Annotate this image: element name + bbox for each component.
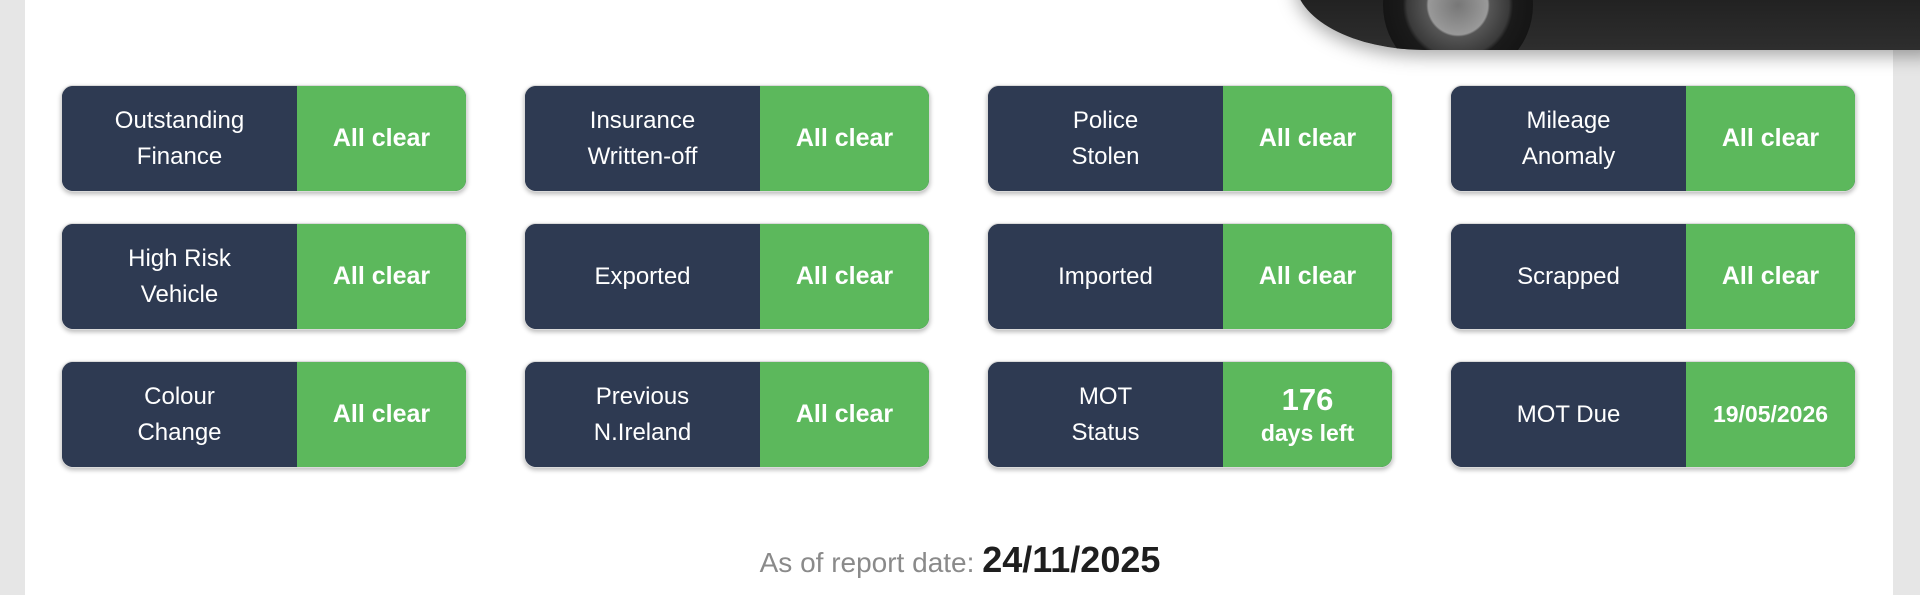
- check-label: Police Stolen: [988, 86, 1223, 191]
- check-card-scrapped: Scrapped All clear: [1450, 223, 1856, 330]
- check-label-line: Colour: [144, 382, 215, 410]
- check-status-text: All clear: [795, 124, 894, 152]
- check-label: Scrapped: [1451, 224, 1686, 329]
- check-label-line: Outstanding: [114, 106, 245, 134]
- mot-days-number: 176: [1281, 381, 1334, 417]
- check-card-mot-status: MOT Status 176 days left: [987, 361, 1393, 468]
- check-status: All clear: [297, 362, 466, 467]
- check-card-outstanding-finance: Outstanding Finance All clear: [61, 85, 467, 192]
- check-label-line: Stolen: [1071, 142, 1140, 170]
- check-label: MOT Due: [1451, 362, 1686, 467]
- check-status-text: All clear: [795, 400, 894, 428]
- check-label-line: Insurance: [589, 106, 696, 134]
- check-label: Imported: [988, 224, 1223, 329]
- check-label-line: N.Ireland: [593, 418, 692, 446]
- check-status-text: All clear: [1258, 124, 1357, 152]
- check-label-line: Exported: [594, 262, 691, 290]
- check-label: High Risk Vehicle: [62, 224, 297, 329]
- check-card-police-stolen: Police Stolen All clear: [987, 85, 1393, 192]
- check-label: MOT Status: [988, 362, 1223, 467]
- check-status: All clear: [1686, 86, 1855, 191]
- check-label-line: Change: [137, 418, 222, 446]
- check-status-text: All clear: [1721, 124, 1820, 152]
- check-status: All clear: [760, 362, 929, 467]
- report-date-value: 24/11/2025: [982, 539, 1161, 580]
- check-card-imported: Imported All clear: [987, 223, 1393, 330]
- check-card-mot-due: MOT Due 19/05/2026: [1450, 361, 1856, 468]
- report-date-line: As of report date: 24/11/2025: [0, 539, 1920, 581]
- check-status: All clear: [1223, 86, 1392, 191]
- check-status-text: All clear: [1721, 262, 1820, 290]
- check-status-text: All clear: [795, 262, 894, 290]
- check-label-line: Scrapped: [1517, 262, 1620, 290]
- check-card-colour-change: Colour Change All clear: [61, 361, 467, 468]
- check-label-line: MOT: [1078, 382, 1133, 410]
- check-status: All clear: [760, 224, 929, 329]
- check-card-insurance-written-off: Insurance Written-off All clear: [524, 85, 930, 192]
- check-label: Previous N.Ireland: [525, 362, 760, 467]
- check-status-text: All clear: [332, 400, 431, 428]
- check-label-line: Written-off: [587, 142, 698, 170]
- check-status: 176 days left: [1223, 362, 1392, 467]
- check-label-line: Finance: [136, 142, 223, 170]
- check-status-text: All clear: [332, 262, 431, 290]
- check-label: Outstanding Finance: [62, 86, 297, 191]
- check-label-line: Vehicle: [140, 280, 219, 308]
- mot-days-unit: days left: [1260, 419, 1355, 446]
- mot-due-date: 19/05/2026: [1712, 401, 1829, 427]
- car-image: [1295, 0, 1920, 50]
- check-status: All clear: [1223, 224, 1392, 329]
- check-status-text: All clear: [1258, 262, 1357, 290]
- check-label: Colour Change: [62, 362, 297, 467]
- check-label-line: MOT Due: [1516, 400, 1621, 428]
- check-card-previous-n-ireland: Previous N.Ireland All clear: [524, 361, 930, 468]
- check-label-line: Status: [1071, 418, 1140, 446]
- check-status: All clear: [760, 86, 929, 191]
- check-label-line: Anomaly: [1521, 142, 1616, 170]
- car-wheel-image: [1383, 0, 1533, 50]
- check-label-line: Mileage: [1526, 106, 1611, 134]
- check-card-high-risk-vehicle: High Risk Vehicle All clear: [61, 223, 467, 330]
- check-status-text: All clear: [332, 124, 431, 152]
- check-label-line: High Risk: [128, 244, 231, 272]
- check-label-line: Police: [1072, 106, 1139, 134]
- check-label-line: Previous: [595, 382, 690, 410]
- vehicle-checks-grid: Outstanding Finance All clear Insurance Wr…: [61, 85, 1856, 468]
- check-status: All clear: [1686, 224, 1855, 329]
- check-label: Exported: [525, 224, 760, 329]
- report-date-label: As of report date:: [759, 547, 983, 578]
- check-card-mileage-anomaly: Mileage Anomaly All clear: [1450, 85, 1856, 192]
- check-status: All clear: [297, 86, 466, 191]
- check-label: Insurance Written-off: [525, 86, 760, 191]
- check-status: All clear: [297, 224, 466, 329]
- check-label-line: Imported: [1058, 262, 1153, 290]
- check-card-exported: Exported All clear: [524, 223, 930, 330]
- check-status: 19/05/2026: [1686, 362, 1855, 467]
- check-label: Mileage Anomaly: [1451, 86, 1686, 191]
